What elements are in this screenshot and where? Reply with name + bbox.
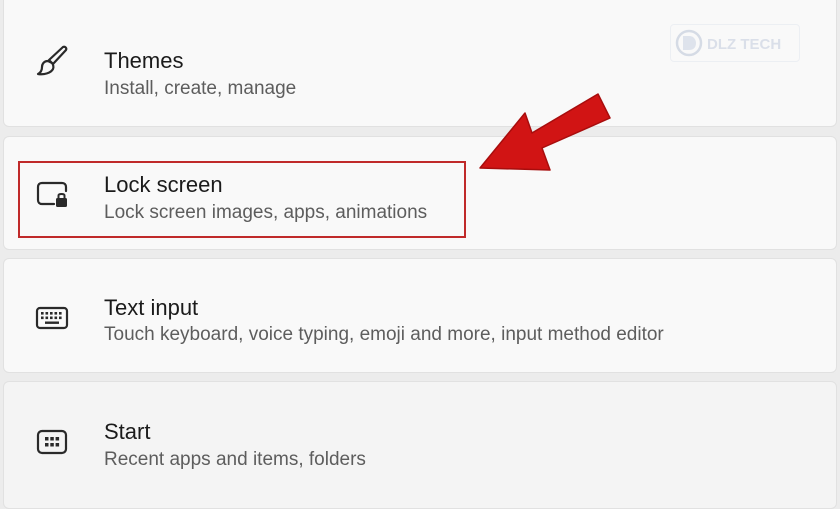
text-input-title: Text input	[104, 295, 199, 320]
settings-item-text-input[interactable]: Text input Touch keyboard, voice typing,…	[3, 258, 837, 373]
personalization-settings-list: Themes Install, create, manage Lock scre…	[0, 0, 840, 509]
lock-screen-highlight-box	[18, 161, 466, 238]
text-input-description: Touch keyboard, voice typing, emoji and …	[104, 324, 664, 345]
watermark-text: DLZ TECH	[707, 36, 781, 53]
brush-icon	[34, 43, 70, 79]
settings-item-start[interactable]: Start Recent apps and items, folders	[3, 381, 837, 509]
settings-item-themes[interactable]: Themes Install, create, manage	[3, 0, 837, 127]
dlz-tech-watermark: DLZ TECH	[670, 24, 800, 62]
red-arrow-icon	[479, 93, 611, 171]
start-title: Start	[104, 419, 151, 444]
start-icon	[34, 424, 70, 460]
keyboard-icon	[34, 300, 70, 336]
themes-title: Themes	[104, 48, 184, 73]
start-description: Recent apps and items, folders	[104, 449, 366, 470]
themes-description: Install, create, manage	[104, 78, 297, 99]
